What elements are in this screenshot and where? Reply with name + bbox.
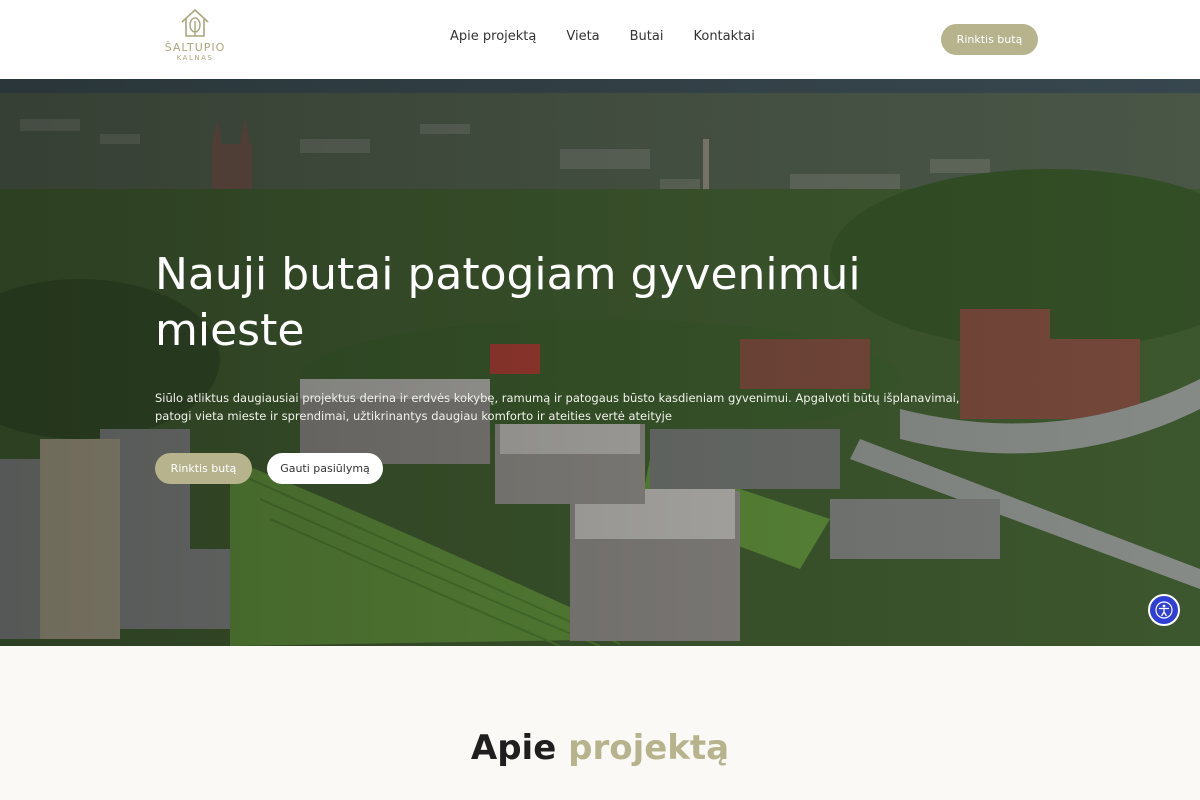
main-nav: Apie projektą Vieta Butai Kontaktai: [450, 29, 755, 44]
logo-name: ŠALTUPIO: [164, 41, 226, 54]
nav-link-location[interactable]: Vieta: [566, 29, 599, 44]
get-offer-button[interactable]: Gauti pasiūlymą: [267, 453, 383, 484]
site-logo[interactable]: ŠALTUPIO KALNAS: [160, 6, 230, 72]
about-title-part2: projektą: [568, 728, 730, 768]
accessibility-icon: [1155, 601, 1173, 619]
nav-link-contacts[interactable]: Kontaktai: [693, 29, 754, 44]
hero-title: Nauji butai patogiam gyvenimui mieste: [155, 249, 861, 356]
nav-link-about[interactable]: Apie projektą: [450, 29, 536, 44]
accessibility-button[interactable]: [1148, 594, 1180, 626]
hero-section: Nauji butai patogiam gyvenimui mieste Si…: [0, 79, 1200, 646]
about-title: Apie projektą: [0, 728, 1200, 768]
about-section: Apie projektą: [0, 646, 1200, 800]
nav-link-apartments[interactable]: Butai: [630, 29, 664, 44]
hero-choose-apartment-button[interactable]: Rinktis butą: [155, 453, 252, 484]
hero-description: Siūlo atliktus daugiausiai projektus der…: [155, 391, 960, 423]
site-header: ŠALTUPIO KALNAS Apie projektą Vieta Buta…: [0, 0, 1200, 79]
about-title-part1: Apie: [470, 728, 557, 768]
choose-apartment-button[interactable]: Rinktis butą: [941, 24, 1038, 55]
house-tree-icon: [181, 8, 209, 37]
hero-overlay: [0, 79, 1200, 646]
logo-subname: KALNAS: [176, 54, 214, 62]
